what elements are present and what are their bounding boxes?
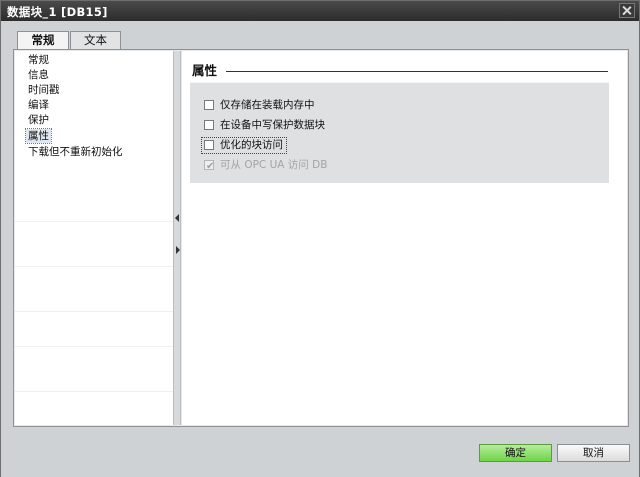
nav-item-protection[interactable]: 保护 <box>28 113 49 127</box>
divider <box>15 311 173 312</box>
expand-right-icon[interactable] <box>176 246 180 254</box>
option-label: 在设备中写保护数据块 <box>220 119 325 131</box>
section-divider <box>226 71 608 72</box>
title-bar[interactable]: 数据块_1 [DB15] <box>1 1 639 21</box>
divider <box>15 221 173 222</box>
option-label: 仅存储在装载内存中 <box>220 99 315 111</box>
dialog-footer: 确定 取消 <box>1 427 639 477</box>
navigation-pane: 常规 信息 时间戳 编译 保护 属性 下载但不重新初始化 <box>15 51 174 425</box>
nav-item-attributes[interactable]: 属性 <box>25 128 52 144</box>
collapse-left-icon[interactable] <box>175 214 179 222</box>
option-label: 可从 OPC UA 访问 DB <box>220 159 328 171</box>
check-icon: ✔ <box>206 161 215 172</box>
pane-splitter[interactable] <box>173 51 181 425</box>
nav-item-compile[interactable]: 编译 <box>28 98 49 112</box>
section-title: 属性 <box>192 63 218 78</box>
nav-item-info[interactable]: 信息 <box>28 68 49 82</box>
divider <box>15 346 173 347</box>
cancel-button[interactable]: 取消 <box>557 444 630 462</box>
attributes-group: 仅存储在装载内存中 在设备中写保护数据块 优化的块访问 ✔ 可从 OPC UA … <box>190 82 609 183</box>
nav-item-download-without-reinit[interactable]: 下载但不重新初始化 <box>28 145 123 159</box>
properties-pane: 属性 仅存储在装载内存中 在设备中写保护数据块 优化的块访问 ✔ 可从 OPC … <box>182 51 627 425</box>
checkbox[interactable] <box>204 140 214 150</box>
dialog-window: 数据块_1 [DB15] 常规 文本 常规 信息 时间戳 编译 保护 属性 下载… <box>0 0 640 477</box>
checkbox-checked-disabled: ✔ <box>204 160 214 172</box>
option-label: 优化的块访问 <box>220 139 283 151</box>
nav-item-general[interactable]: 常规 <box>28 53 49 67</box>
window-title: 数据块_1 [DB15] <box>7 5 108 19</box>
nav-item-timestamp[interactable]: 时间戳 <box>28 83 60 97</box>
checkbox[interactable] <box>204 120 214 130</box>
tab-general[interactable]: 常规 <box>17 31 69 51</box>
divider <box>15 266 173 267</box>
ok-button[interactable]: 确定 <box>479 444 552 462</box>
divider <box>15 391 173 392</box>
checkbox[interactable] <box>204 100 214 110</box>
tab-text[interactable]: 文本 <box>70 31 121 49</box>
close-icon[interactable] <box>619 3 635 18</box>
